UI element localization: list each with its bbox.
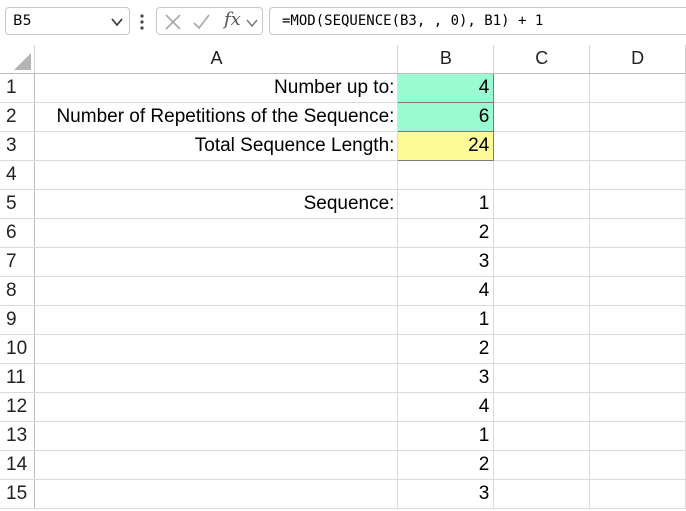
row-header[interactable]: 13 [0, 421, 36, 451]
cell-d12[interactable] [589, 392, 686, 422]
cell-c3[interactable] [493, 131, 591, 161]
row-header[interactable]: 3 [0, 131, 36, 161]
cell-d6[interactable] [589, 218, 686, 248]
cell-c15[interactable] [493, 479, 591, 509]
cell-a12[interactable] [34, 392, 399, 422]
cell-d4[interactable] [589, 160, 686, 190]
cell-d2[interactable] [589, 102, 686, 132]
cell-d7[interactable] [589, 247, 686, 277]
cell-c2[interactable] [493, 102, 591, 132]
cell-a7[interactable] [34, 247, 399, 277]
row-header[interactable]: 5 [0, 189, 36, 219]
more-options-icon[interactable] [139, 12, 145, 32]
cell-c9[interactable] [493, 305, 591, 335]
formula-text: =MOD(SEQUENCE(B3, , 0), B1) + 1 [282, 13, 544, 29]
chevron-down-icon[interactable] [245, 13, 259, 31]
cell-c5[interactable] [493, 189, 591, 219]
row-header[interactable]: 15 [0, 479, 36, 509]
cell-c4[interactable] [493, 160, 591, 190]
cell-a15[interactable] [34, 479, 399, 509]
cell-d10[interactable] [589, 334, 686, 364]
cell-c8[interactable] [493, 276, 591, 306]
cell-b11[interactable]: 3 [397, 363, 495, 393]
cell-d14[interactable] [589, 450, 686, 480]
cell-c7[interactable] [493, 247, 591, 277]
cell-b12[interactable]: 4 [397, 392, 495, 422]
row-header[interactable]: 8 [0, 276, 36, 306]
cell-d1[interactable] [589, 73, 686, 103]
cell-a2[interactable]: Number of Repetitions of the Sequence: [34, 102, 399, 132]
cell-d11[interactable] [589, 363, 686, 393]
cell-d9[interactable] [589, 305, 686, 335]
cell-a11[interactable] [34, 363, 399, 393]
row-header[interactable]: 10 [0, 334, 36, 364]
row-header[interactable]: 12 [0, 392, 36, 422]
row-header[interactable]: 9 [0, 305, 36, 335]
cell-d5[interactable] [589, 189, 686, 219]
cell-b3[interactable]: 24 [397, 130, 495, 161]
column-header-d[interactable]: D [589, 45, 686, 74]
cell-c11[interactable] [493, 363, 591, 393]
cell-a3[interactable]: Total Sequence Length: [34, 131, 399, 161]
formula-buttons: fx [156, 7, 263, 35]
cell-a4[interactable] [34, 160, 399, 190]
row-header[interactable]: 11 [0, 363, 36, 393]
cell-b1[interactable]: 4 [397, 72, 495, 103]
cell-a14[interactable] [34, 450, 399, 480]
cell-a1[interactable]: Number up to: [34, 73, 399, 103]
cell-c1[interactable] [493, 73, 591, 103]
cell-d15[interactable] [589, 479, 686, 509]
cell-d3[interactable] [589, 131, 686, 161]
column-header-b[interactable]: B [397, 45, 495, 74]
cell-b4[interactable] [397, 160, 495, 190]
cell-d13[interactable] [589, 421, 686, 451]
row-header[interactable]: 2 [0, 102, 36, 132]
cell-b7[interactable]: 3 [397, 247, 495, 277]
cell-b6[interactable]: 2 [397, 218, 495, 248]
cell-b10[interactable]: 2 [397, 334, 495, 364]
column-header-c[interactable]: C [493, 45, 591, 74]
cell-b14[interactable]: 2 [397, 450, 495, 480]
column-header-a[interactable]: A [34, 45, 399, 74]
cell-b15[interactable]: 3 [397, 479, 495, 509]
cell-a8[interactable] [34, 276, 399, 306]
cell-d8[interactable] [589, 276, 686, 306]
row-header[interactable]: 7 [0, 247, 36, 277]
cell-a9[interactable] [34, 305, 399, 335]
check-icon[interactable] [192, 13, 210, 31]
row-header[interactable]: 6 [0, 218, 36, 248]
select-all-corner[interactable] [0, 45, 36, 74]
chevron-down-icon[interactable] [110, 15, 124, 29]
cell-b5[interactable]: 1 [397, 189, 495, 219]
spreadsheet-grid: A B C D 1 Number up to: 4 2 Number of Re… [0, 45, 686, 509]
formula-bar-area: B5 fx =MOD(SEQUENCE(B3, , 0), B1) + 1 [0, 0, 686, 44]
row-header[interactable]: 1 [0, 73, 36, 103]
cell-b13[interactable]: 1 [397, 421, 495, 451]
insert-function-button[interactable]: fx [224, 9, 241, 30]
cell-a5[interactable]: Sequence: [34, 189, 399, 219]
cancel-icon[interactable] [164, 13, 182, 31]
cell-c10[interactable] [493, 334, 591, 364]
formula-input[interactable]: =MOD(SEQUENCE(B3, , 0), B1) + 1 [269, 7, 686, 35]
row-header[interactable]: 4 [0, 160, 36, 190]
cell-a10[interactable] [34, 334, 399, 364]
cell-b2[interactable]: 6 [397, 101, 495, 132]
cell-b8[interactable]: 4 [397, 276, 495, 306]
cell-a13[interactable] [34, 421, 399, 451]
cell-c13[interactable] [493, 421, 591, 451]
cell-c12[interactable] [493, 392, 591, 422]
name-box-value: B5 [13, 13, 32, 29]
cell-c6[interactable] [493, 218, 591, 248]
cell-c14[interactable] [493, 450, 591, 480]
cell-a6[interactable] [34, 218, 399, 248]
name-box[interactable]: B5 [5, 7, 130, 35]
row-header[interactable]: 14 [0, 450, 36, 480]
cell-b9[interactable]: 1 [397, 305, 495, 335]
